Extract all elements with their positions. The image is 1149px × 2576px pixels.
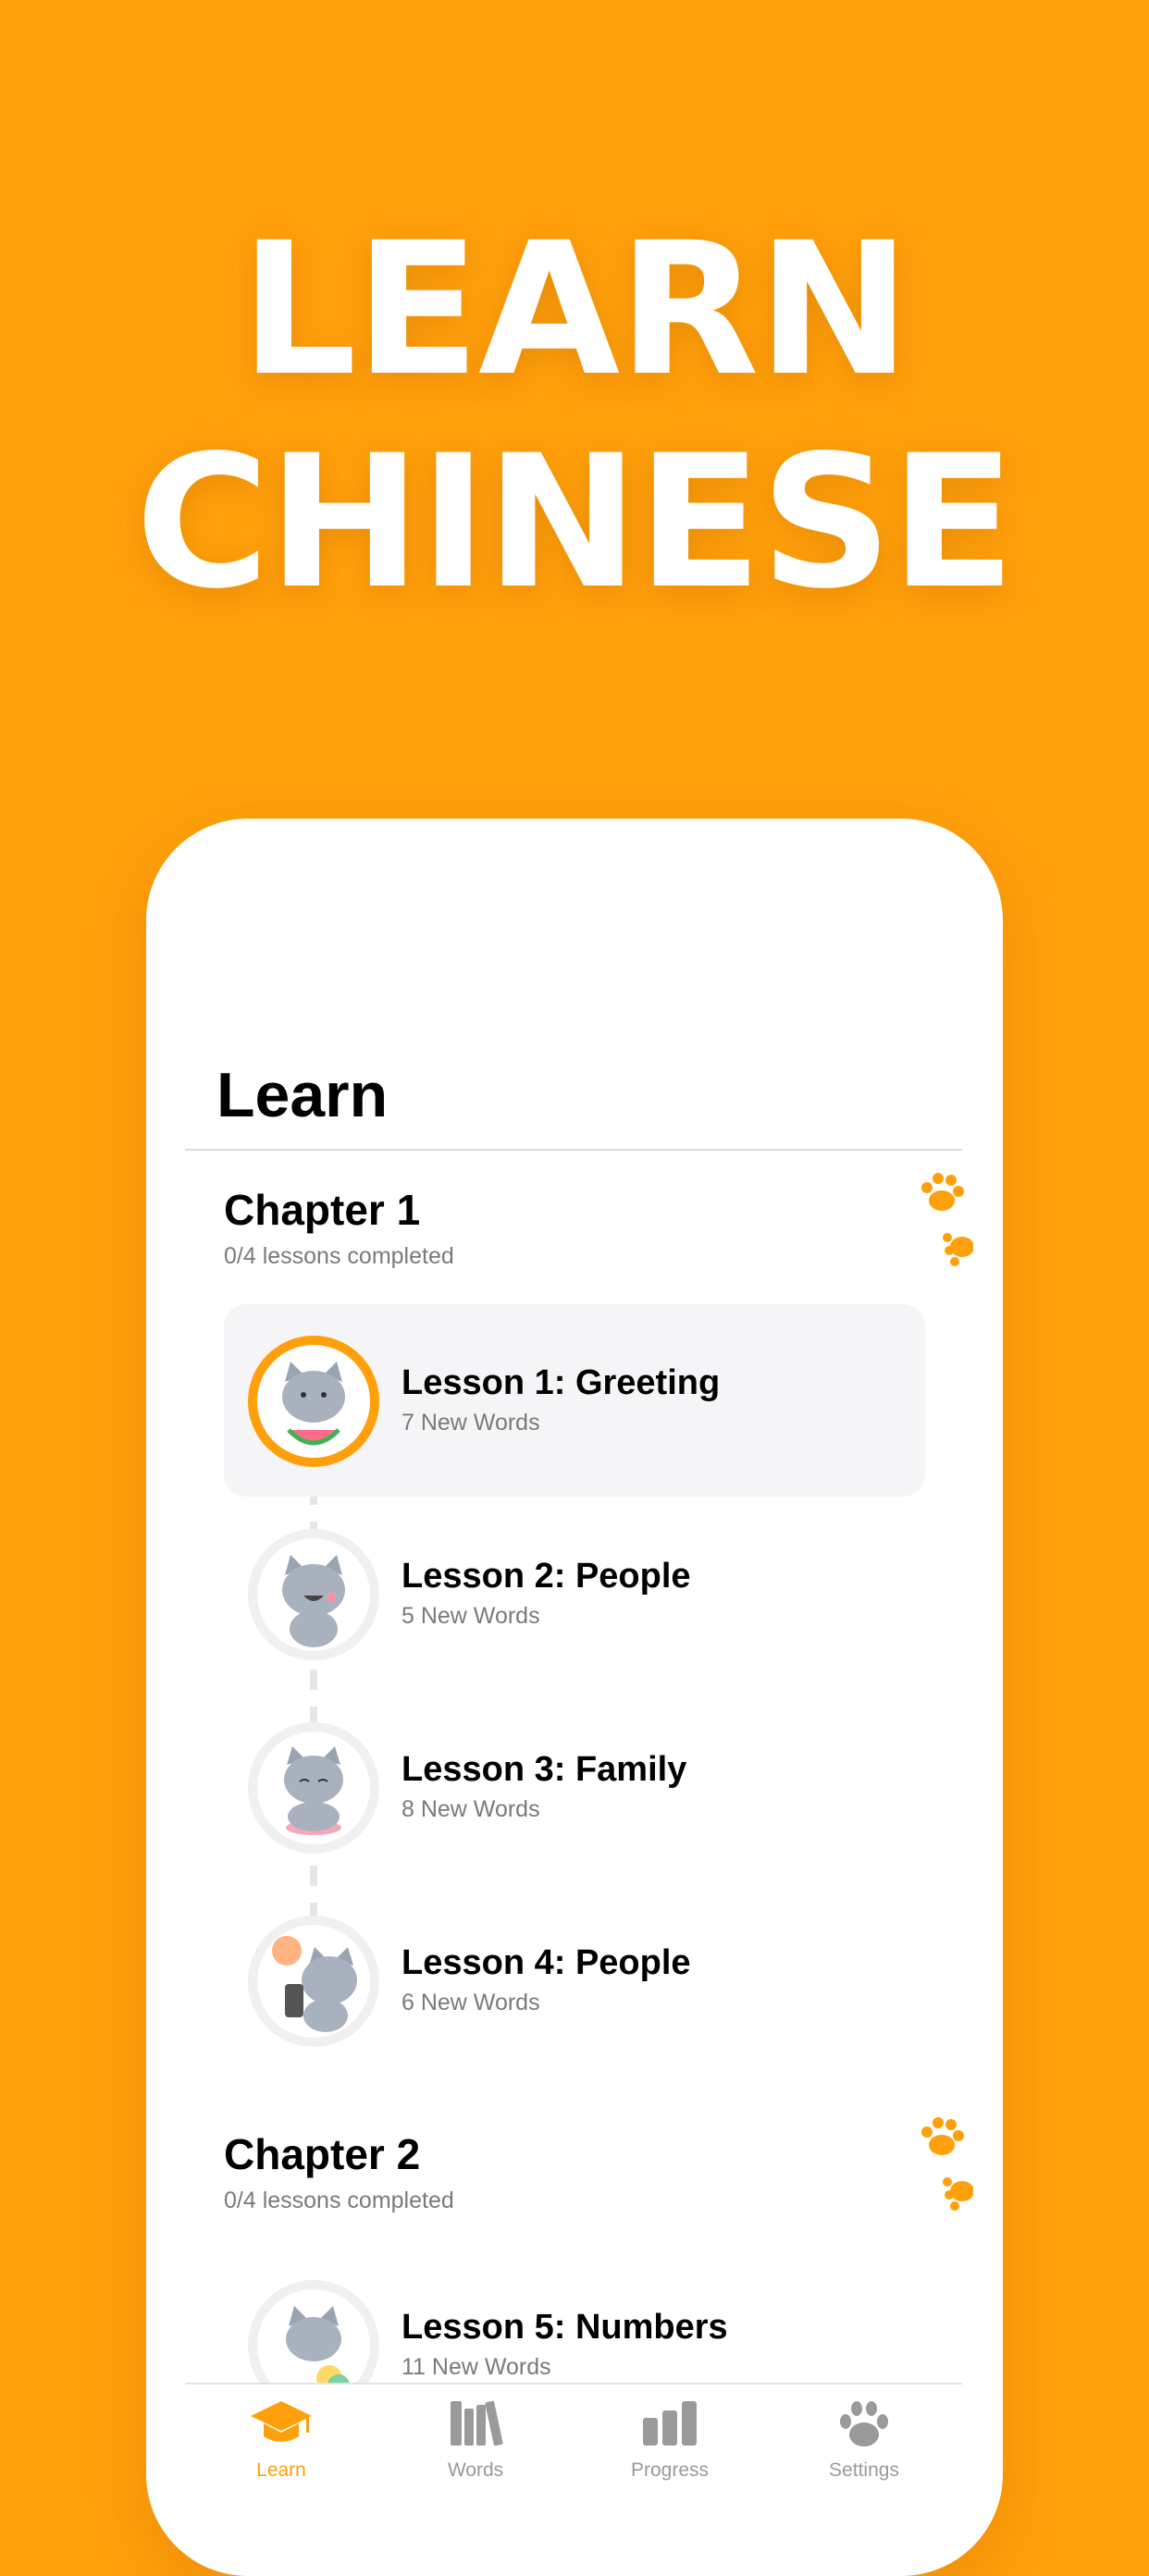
lesson-word-count: 11 New Words bbox=[402, 2354, 551, 2380]
hero-line-1: LEARN bbox=[240, 203, 911, 416]
tab-label: Progress bbox=[630, 2459, 710, 2481]
tab-words[interactable]: Words bbox=[392, 2396, 559, 2482]
tab-settings[interactable]: Settings bbox=[781, 2396, 947, 2482]
lesson-item-4[interactable]: Lesson 4: People 6 New Words bbox=[224, 1884, 925, 2077]
lesson-title: Lesson 1: Greeting bbox=[402, 1363, 721, 1402]
paw-prints-icon bbox=[921, 1173, 973, 1266]
paw-icon bbox=[840, 2401, 888, 2447]
books-icon bbox=[451, 2400, 503, 2447]
tab-label: Settings bbox=[829, 2459, 899, 2481]
hero-line-2: CHINESE bbox=[135, 415, 1016, 629]
lesson-title: Lesson 5: Numbers bbox=[402, 2308, 728, 2347]
chapter-progress: 0/4 lessons completed bbox=[224, 1243, 454, 1269]
lesson-title: Lesson 3: Family bbox=[402, 1750, 687, 1789]
chapter-title: Chapter 1 bbox=[224, 1186, 421, 1234]
tab-learn[interactable]: Learn bbox=[198, 2396, 364, 2482]
chapter-progress: 0/4 lessons completed bbox=[224, 2188, 454, 2213]
cat-meditating-icon bbox=[248, 1722, 379, 1854]
phone-screen: Learn Chapter 1 0/4 lessons completed Le… bbox=[146, 819, 1003, 2576]
tab-progress[interactable]: Progress bbox=[587, 2396, 753, 2482]
tab-bar: Learn Words Progress Settings bbox=[185, 2383, 962, 2496]
tab-label: Words bbox=[447, 2459, 504, 2481]
hero-headline: LEARN CHINESE bbox=[0, 203, 1149, 629]
cat-phone-icon bbox=[248, 1916, 379, 2047]
chapter-header-1: Chapter 1 0/4 lessons completed bbox=[224, 1173, 973, 1270]
lesson-word-count: 8 New Words bbox=[402, 1796, 540, 1822]
chapter-header-2: Chapter 2 0/4 lessons completed bbox=[224, 2117, 973, 2214]
lesson-word-count: 6 New Words bbox=[402, 1990, 540, 2015]
lesson-title: Lesson 2: People bbox=[402, 1557, 691, 1596]
title-divider bbox=[185, 1149, 962, 1151]
graduation-cap-icon bbox=[251, 2401, 312, 2442]
cat-laughing-icon bbox=[248, 1529, 379, 1660]
lesson-title: Lesson 4: People bbox=[402, 1943, 691, 1982]
cat-watermelon-icon bbox=[248, 1336, 379, 1467]
lesson-word-count: 5 New Words bbox=[402, 1603, 540, 1629]
lesson-item-2[interactable]: Lesson 2: People 5 New Words bbox=[224, 1498, 925, 1690]
tab-label: Learn bbox=[256, 2459, 306, 2481]
lesson-item-3[interactable]: Lesson 3: Family 8 New Words bbox=[224, 1691, 925, 1883]
lesson-word-count: 7 New Words bbox=[402, 1410, 540, 1436]
bar-chart-icon bbox=[643, 2401, 697, 2446]
page-title: Learn bbox=[216, 1060, 389, 1130]
chapter-title: Chapter 2 bbox=[224, 2130, 421, 2178]
lesson-item-1[interactable]: Lesson 1: Greeting 7 New Words bbox=[224, 1304, 925, 1497]
paw-prints-icon bbox=[921, 2117, 973, 2211]
